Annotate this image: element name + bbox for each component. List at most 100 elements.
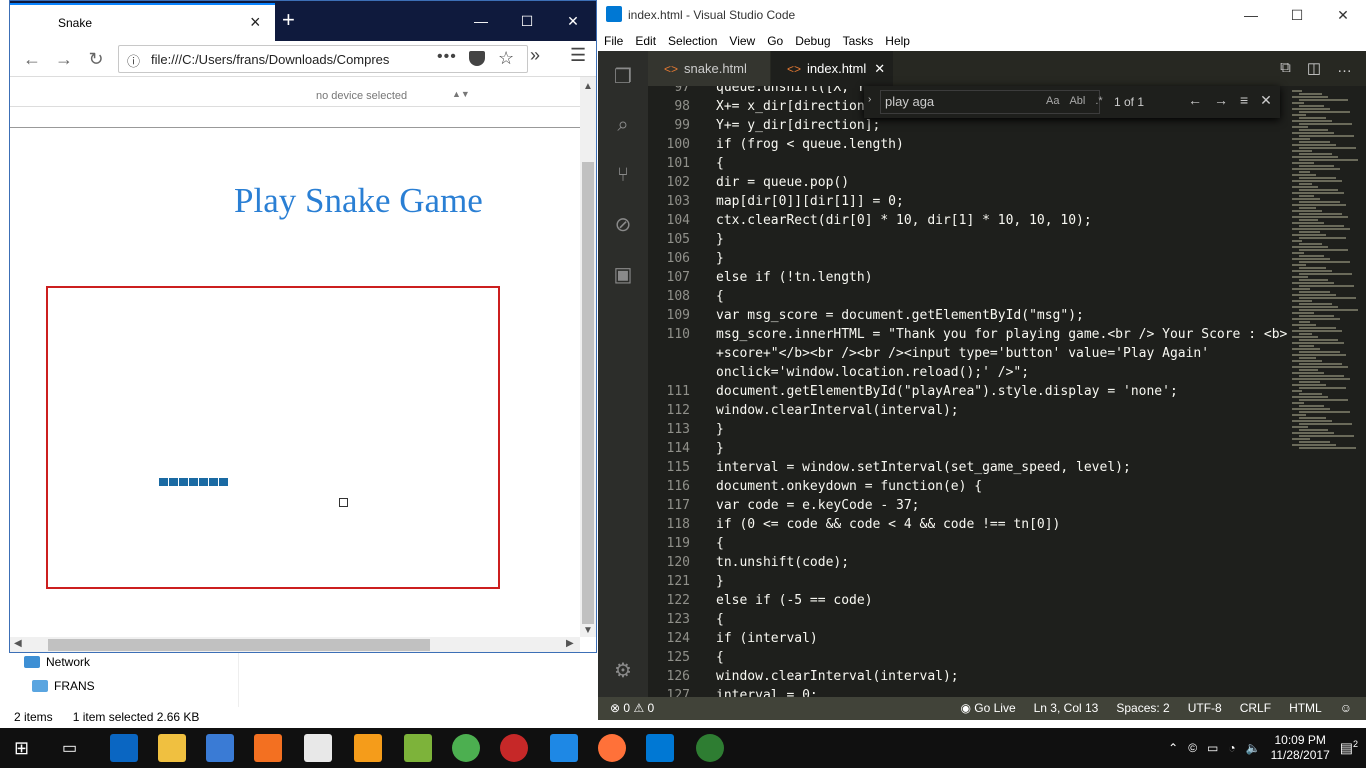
code-line[interactable]: onclick='window.location.reload();' />"; [716, 365, 1029, 380]
code-line[interactable]: document.getElementById("playArea").styl… [716, 384, 1178, 399]
mail-icon[interactable] [304, 734, 332, 762]
overflow-chevron-icon[interactable]: » [530, 45, 540, 66]
whole-word-toggle[interactable]: Abl [1069, 95, 1085, 107]
close-find-icon[interactable]: ✕ [1260, 92, 1272, 109]
select-arrows-icon[interactable]: ▲▼ [452, 89, 470, 99]
maximize-icon[interactable]: ☐ [504, 1, 550, 41]
globe-app-icon[interactable] [696, 734, 724, 762]
app-icon[interactable] [500, 734, 528, 762]
url-text[interactable]: file:///C:/Users/frans/Downloads/Compres [151, 52, 406, 67]
chrome-icon[interactable] [452, 734, 480, 762]
code-line[interactable]: +score+"</b><br /><br /><input type='but… [716, 346, 1209, 361]
browser-tab[interactable]: Snake × [10, 3, 275, 41]
code-line[interactable]: } [716, 422, 724, 437]
code-line[interactable]: ctx.clearRect(dir[0] * 10, dir[1] * 10, … [716, 213, 1092, 228]
menu-selection[interactable]: Selection [662, 31, 723, 51]
code-line[interactable]: dir = queue.pop() [716, 175, 849, 190]
match-case-toggle[interactable]: Aa [1046, 95, 1059, 107]
sublime-text-icon[interactable] [354, 734, 382, 762]
scroll-down-icon[interactable]: ▼ [583, 625, 593, 636]
pocket-icon[interactable] [469, 51, 485, 66]
indentation[interactable]: Spaces: 2 [1116, 701, 1169, 715]
encoding[interactable]: UTF-8 [1188, 701, 1222, 715]
close-icon[interactable]: ✕ [1320, 0, 1366, 31]
app-icon-blue[interactable] [550, 734, 578, 762]
code-line[interactable]: msg_score.innerHTML = "Thank you for pla… [716, 327, 1288, 342]
bookmark-star-icon[interactable]: ☆ [498, 48, 514, 69]
horizontal-scrollbar[interactable]: ◀ ▶ [10, 637, 580, 652]
wifi-icon[interactable]: ◔ [1228, 741, 1235, 755]
close-tab-icon[interactable]: × [250, 12, 261, 33]
find-in-selection-icon[interactable]: ≡ [1240, 92, 1248, 109]
search-icon[interactable]: ⌕ [611, 113, 635, 137]
scroll-thumb[interactable] [582, 162, 594, 624]
play-area-canvas[interactable] [46, 286, 500, 589]
code-line[interactable]: interval = 0; [716, 688, 818, 697]
code-line[interactable]: else if (!tn.length) [716, 270, 873, 285]
xampp-icon[interactable] [254, 734, 282, 762]
code-line[interactable]: window.clearInterval(interval); [716, 669, 959, 684]
code-line[interactable]: Y+= y_dir[direction]; [716, 118, 880, 133]
firefox-icon[interactable] [598, 734, 626, 762]
menu-help[interactable]: Help [879, 31, 916, 51]
lambda-app-icon[interactable] [404, 734, 432, 762]
info-icon[interactable]: ⓘ [127, 51, 140, 70]
language-mode[interactable]: HTML [1289, 701, 1322, 715]
store-icon[interactable] [206, 734, 234, 762]
code-line[interactable]: if (interval) [716, 631, 818, 646]
vertical-scrollbar[interactable]: ▲ ▼ [580, 77, 596, 637]
settings-gear-icon[interactable]: ⚙ [611, 659, 635, 683]
more-actions-icon[interactable]: … [1337, 59, 1352, 77]
code-line[interactable]: map[dir[0]][dir[1]] = 0; [716, 194, 904, 209]
code-editor[interactable]: 97 queue.unshift([X, Y 98 X+= x_dir[directi… [648, 86, 1288, 697]
code-line[interactable]: interval = window.setInterval(set_game_s… [716, 460, 1131, 475]
tree-item-frans[interactable]: FRANS [32, 679, 95, 693]
menu-go[interactable]: Go [761, 31, 789, 51]
new-tab-button[interactable]: + [282, 7, 295, 33]
code-line[interactable]: { [716, 156, 724, 171]
forward-arrow-icon[interactable]: → [52, 47, 76, 71]
page-actions-icon[interactable]: ••• [437, 48, 457, 66]
scroll-left-icon[interactable]: ◀ [14, 638, 22, 649]
code-line[interactable]: } [716, 441, 724, 456]
menu-file[interactable]: File [598, 31, 629, 51]
notification-icon[interactable]: ▤2 [1340, 739, 1358, 757]
extensions-icon[interactable]: ▣ [611, 263, 635, 287]
close-tab-icon[interactable]: ✕ [874, 61, 885, 76]
regex-toggle[interactable]: .* [1095, 95, 1102, 107]
minimize-icon[interactable]: — [1228, 0, 1274, 31]
code-line[interactable]: { [716, 612, 724, 627]
code-line[interactable]: } [716, 232, 724, 247]
code-line[interactable]: { [716, 536, 724, 551]
menu-tasks[interactable]: Tasks [837, 31, 880, 51]
menu-view[interactable]: View [723, 31, 761, 51]
split-editor-icon[interactable]: ◫ [1307, 59, 1321, 77]
code-line[interactable]: var msg_score = document.getElementById(… [716, 308, 1084, 323]
code-line[interactable]: { [716, 289, 724, 304]
code-line[interactable]: var code = e.keyCode - 37; [716, 498, 920, 513]
device-select[interactable]: no device selected [316, 90, 407, 102]
code-line[interactable]: } [716, 251, 724, 266]
problems-indicator[interactable]: ⊗ 0 ⚠ 0 [610, 701, 654, 715]
explorer-files-icon[interactable]: ❐ [611, 65, 635, 89]
code-line[interactable]: else if (-5 == code) [716, 593, 873, 608]
debug-icon[interactable]: ⊘ [611, 213, 635, 237]
chevron-right-icon[interactable]: › [868, 94, 871, 105]
code-line[interactable]: X+= x_dir[direction [716, 99, 865, 114]
code-line[interactable]: document.onkeydown = function(e) { [716, 479, 982, 494]
scroll-up-icon[interactable]: ▲ [583, 81, 593, 92]
menu-debug[interactable]: Debug [789, 31, 836, 51]
scroll-thumb[interactable] [48, 639, 430, 651]
scroll-right-icon[interactable]: ▶ [566, 638, 574, 649]
clock[interactable]: 10:09 PM 11/28/2017 [1271, 733, 1330, 763]
tray-app-icon[interactable]: © [1188, 741, 1197, 755]
task-view-icon[interactable]: ▭ [62, 738, 77, 758]
minimize-icon[interactable]: — [458, 1, 504, 41]
previous-match-icon[interactable]: ← [1188, 92, 1202, 109]
source-control-icon[interactable]: ⑂ [611, 163, 635, 187]
code-line[interactable]: queue.unshift([X, Y [716, 86, 865, 95]
close-icon[interactable]: ✕ [550, 1, 596, 41]
hamburger-menu-icon[interactable]: ☰ [570, 45, 586, 66]
chevron-up-icon[interactable]: ⌃ [1168, 741, 1178, 755]
cursor-position[interactable]: Ln 3, Col 13 [1034, 701, 1099, 715]
